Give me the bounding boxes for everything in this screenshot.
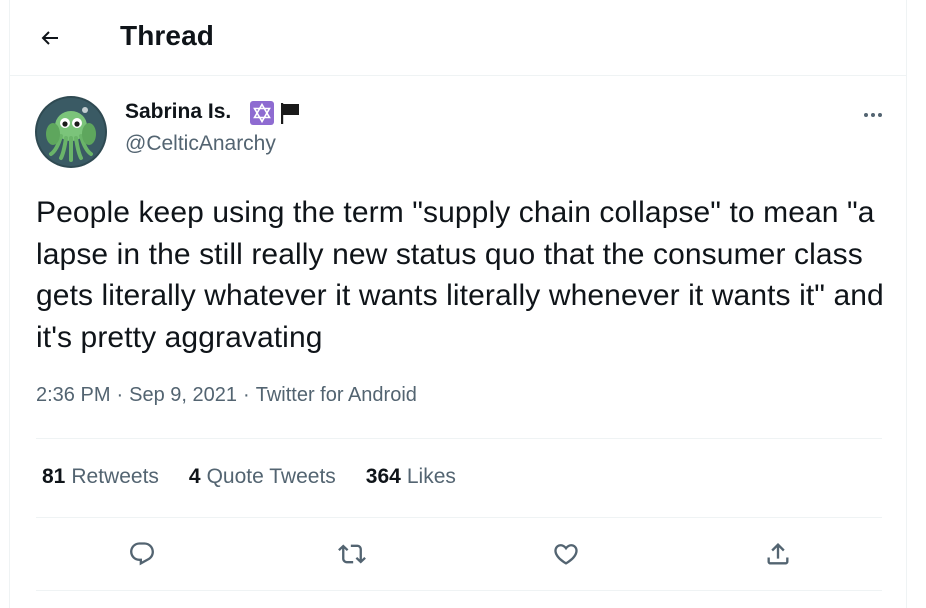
arrow-left-icon xyxy=(41,31,58,45)
meta-separator: · xyxy=(243,384,250,406)
quotes-count: 4 xyxy=(188,465,201,488)
reply-icon xyxy=(130,542,154,566)
reply-button[interactable] xyxy=(122,534,162,574)
share-button[interactable] xyxy=(758,534,798,574)
divider xyxy=(36,590,882,591)
retweets-label: Retweets xyxy=(71,465,159,488)
retweet-icon xyxy=(338,544,366,564)
user-handle[interactable]: @CelticAnarchy xyxy=(125,132,276,156)
star-of-david-icon xyxy=(250,101,274,125)
quote-tweets-stat[interactable]: 4 Quote Tweets xyxy=(189,465,336,489)
more-options-button[interactable] xyxy=(856,100,890,130)
divider xyxy=(36,517,882,518)
tweet-source[interactable]: Twitter for Android xyxy=(256,384,417,407)
tweet-date[interactable]: Sep 9, 2021 xyxy=(129,384,237,407)
thread-header: Thread xyxy=(10,0,906,76)
like-button[interactable] xyxy=(546,534,586,574)
quotes-label: Quote Tweets xyxy=(206,465,336,488)
tweet-text: People keep using the term "supply chain… xyxy=(36,196,884,354)
likes-stat[interactable]: 364 Likes xyxy=(366,465,456,489)
tweet-actions xyxy=(10,530,906,580)
avatar[interactable] xyxy=(35,96,107,168)
tweet-stats: 81 Retweets 4 Quote Tweets 364 Likes xyxy=(42,465,456,489)
tweet-time[interactable]: 2:36 PM xyxy=(36,384,110,407)
name-badges xyxy=(250,101,302,125)
tweet-meta: 2:36 PM · Sep 9, 2021 · Twitter for Andr… xyxy=(36,384,417,407)
share-icon xyxy=(767,543,789,565)
like-icon xyxy=(554,544,578,565)
divider xyxy=(36,438,882,439)
more-horizontal-icon xyxy=(864,113,882,117)
page-title: Thread xyxy=(120,20,214,51)
likes-count: 364 xyxy=(365,465,401,488)
likes-label: Likes xyxy=(406,465,456,488)
meta-separator: · xyxy=(116,384,124,406)
display-name[interactable]: Sabrina Is. xyxy=(125,100,231,124)
thread-panel: Thread Sabrina Is. @CelticAnarchy People… xyxy=(9,0,907,608)
back-button[interactable] xyxy=(32,20,68,56)
black-flag-icon xyxy=(281,103,299,124)
retweets-count: 81 xyxy=(42,465,66,488)
retweets-stat[interactable]: 81 Retweets xyxy=(42,465,159,489)
retweet-button[interactable] xyxy=(332,534,372,574)
